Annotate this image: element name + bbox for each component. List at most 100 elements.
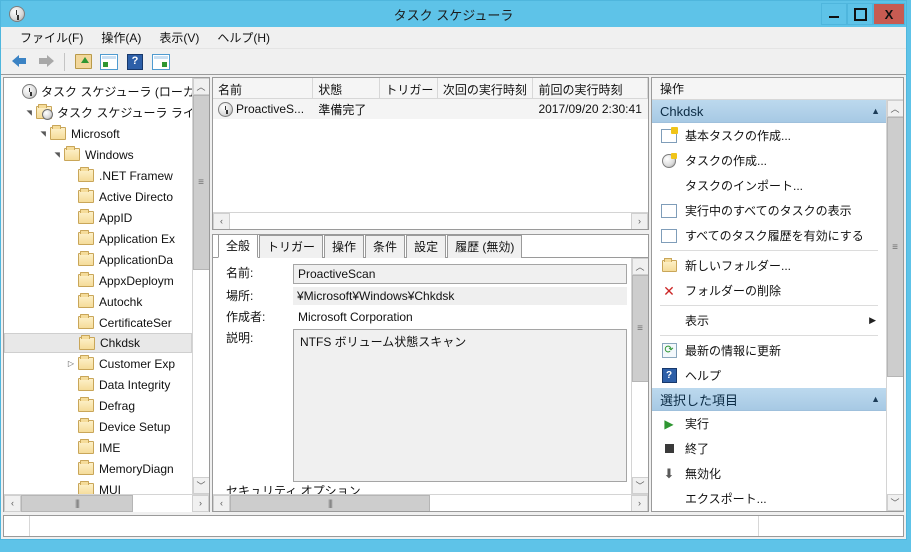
chevron-up-icon[interactable]: ▲ — [871, 106, 880, 116]
tab-トリガ[interactable]: トリガー — [259, 235, 324, 258]
tab-操作[interactable]: 操作 — [324, 235, 365, 258]
detail-hscroll-track[interactable] — [230, 494, 631, 511]
expand-twisty-icon[interactable]: ▷ — [64, 359, 78, 368]
scroll-right-icon[interactable]: › — [631, 494, 648, 511]
column-header-1[interactable]: 状態 — [313, 78, 381, 98]
column-header-4[interactable]: 前回の実行時刻 — [533, 78, 648, 98]
collapse-twisty-icon[interactable]: ◢ — [25, 106, 33, 120]
detail-scroll-track[interactable] — [631, 275, 648, 477]
scroll-up-icon[interactable]: ︿ — [631, 258, 648, 275]
tree-hscroll-track[interactable] — [21, 494, 192, 512]
action-item-表示[interactable]: 表示 ▶ — [652, 308, 886, 333]
detail-hscroll-thumb[interactable] — [230, 494, 430, 511]
action-item-new-basic-task-icon[interactable]: 基本タスクの作成... — [652, 123, 886, 148]
tree-item-device-setup[interactable]: Device Setup — [4, 416, 192, 437]
actions-group-header-選択した項目[interactable]: 選択した項目 ▲ — [652, 388, 886, 411]
tree-item-autochk[interactable]: Autochk — [4, 291, 192, 312]
tree-item-application-ex[interactable]: Application Ex — [4, 228, 192, 249]
detail-vertical-scrollbar[interactable]: ︿ ﹀ — [631, 258, 648, 494]
action-item-new-folder-icon[interactable]: 新しいフォルダー... — [652, 253, 886, 278]
submenu-arrow-icon[interactable]: ▶ — [869, 315, 876, 326]
scroll-up-icon[interactable]: ︿ — [192, 78, 209, 95]
scroll-left-icon[interactable]: ‹ — [4, 494, 21, 512]
run-list-button[interactable] — [150, 51, 172, 73]
scroll-down-icon[interactable]: ﹀ — [192, 477, 209, 494]
tree-item-certificateser[interactable]: CertificateSer — [4, 312, 192, 333]
tree-item-appid[interactable]: AppID — [4, 207, 192, 228]
minimize-button[interactable] — [821, 3, 847, 25]
action-item-delete-folder-icon[interactable]: ✕ フォルダーの削除 — [652, 278, 886, 303]
action-item-refresh-icon[interactable]: ⟳ 最新の情報に更新 — [652, 338, 886, 363]
tree-hscroll-thumb[interactable] — [21, 494, 133, 512]
tree-scroll-track[interactable] — [192, 95, 209, 477]
help-button[interactable]: ? — [124, 51, 146, 73]
actions-scroll-thumb[interactable] — [886, 117, 903, 377]
action-item-running-tasks-icon[interactable]: 実行中のすべてのタスクの表示 — [652, 198, 886, 223]
tree-item-microsoft[interactable]: ◢ Microsoft — [4, 123, 192, 144]
scroll-down-icon[interactable]: ﹀ — [631, 477, 648, 494]
collapse-twisty-icon[interactable]: ◢ — [39, 127, 47, 141]
tree-item-appxdeploym[interactable]: AppxDeploym — [4, 270, 192, 291]
up-one-level-button[interactable] — [72, 51, 94, 73]
action-item-タスクのインポート...[interactable]: タスクのインポート... — [652, 173, 886, 198]
tree-item-ime[interactable]: IME — [4, 437, 192, 458]
tab-履歴無効[interactable]: 履歴 (無効) — [447, 235, 523, 258]
action-item-task-history-icon[interactable]: すべてのタスク履歴を有効にする — [652, 223, 886, 248]
tree-item-customer-exp[interactable]: ▷ Customer Exp — [4, 353, 192, 374]
tab-全般[interactable]: 全般 — [218, 235, 259, 258]
action-item-help-icon[interactable]: ? ヘルプ — [652, 363, 886, 388]
tab-条件[interactable]: 条件 — [365, 235, 406, 258]
scroll-left-icon[interactable]: ‹ — [213, 494, 230, 511]
action-item-run-icon[interactable]: ▶ 実行 — [652, 411, 886, 436]
actions-group-header-Chkdsk[interactable]: Chkdsk ▲ — [652, 100, 886, 123]
tree-item-defrag[interactable]: Defrag — [4, 395, 192, 416]
table-row[interactable]: ProactiveS... 準備完了 2017/09/20 2:30:41 — [213, 99, 648, 119]
action-item-disable-icon[interactable]: ⬇ 無効化 — [652, 461, 886, 486]
tree-horizontal-scrollbar[interactable]: ‹ › — [4, 494, 209, 512]
tree-item-[interactable]: ◢ タスク スケジューラ ライブラリ — [4, 102, 192, 123]
menu-help[interactable]: ヘルプ(H) — [208, 26, 279, 49]
scroll-right-icon[interactable]: › — [631, 212, 648, 229]
task-list-hscroll-track[interactable] — [230, 212, 631, 229]
close-button[interactable]: X — [873, 3, 905, 25]
tree-item-active-directo[interactable]: Active Directo — [4, 186, 192, 207]
tree-item-chkdsk[interactable]: Chkdsk — [4, 333, 192, 353]
collapse-twisty-icon[interactable]: ◢ — [53, 148, 61, 162]
tree-item-windows[interactable]: ◢ Windows — [4, 144, 192, 165]
forward-button[interactable] — [35, 51, 57, 73]
tab-設定[interactable]: 設定 — [406, 235, 447, 258]
action-item-stop-icon[interactable]: 終了 — [652, 436, 886, 461]
action-item-new-task-icon[interactable]: タスクの作成... — [652, 148, 886, 173]
field-name-value[interactable]: ProactiveScan — [293, 264, 627, 284]
scroll-up-icon[interactable]: ︿ — [886, 100, 903, 117]
tree-item-applicationda[interactable]: ApplicationDa — [4, 249, 192, 270]
menu-action[interactable]: 操作(A) — [92, 26, 150, 49]
scroll-down-icon[interactable]: ﹀ — [886, 494, 903, 511]
maximize-button[interactable] — [847, 3, 873, 25]
detail-horizontal-scrollbar[interactable]: ‹ › — [213, 494, 648, 511]
back-button[interactable] — [9, 51, 31, 73]
actions-scroll-track[interactable] — [886, 117, 903, 494]
tree-item-net-framew[interactable]: .NET Framew — [4, 165, 192, 186]
tree-item-memorydiagn[interactable]: MemoryDiagn — [4, 458, 192, 479]
chevron-up-icon[interactable]: ▲ — [871, 394, 880, 404]
tree-item-[interactable]: タスク スケジューラ (ローカル) — [4, 81, 192, 102]
actions-vertical-scrollbar[interactable]: ︿ ﹀ — [886, 100, 903, 511]
show-list-button[interactable] — [98, 51, 120, 73]
tree-item-data-integrity[interactable]: Data Integrity — [4, 374, 192, 395]
tree-vertical-scrollbar[interactable]: ︿ ﹀ — [192, 78, 209, 494]
tree-scroll-thumb[interactable] — [192, 95, 209, 270]
task-list-horizontal-scrollbar[interactable]: ‹ › — [213, 212, 648, 229]
scroll-right-icon[interactable]: › — [192, 494, 209, 512]
action-item-label: タスクのインポート... — [685, 179, 804, 193]
scroll-left-icon[interactable]: ‹ — [213, 212, 230, 229]
column-header-3[interactable]: 次回の実行時刻 — [438, 78, 534, 98]
detail-scroll-thumb[interactable] — [631, 275, 648, 382]
column-header-0[interactable]: 名前 — [213, 78, 314, 98]
tree-item-mui[interactable]: MUI — [4, 479, 192, 494]
action-item-エクスポート...[interactable]: エクスポート... — [652, 486, 886, 511]
field-description-value[interactable]: NTFS ボリューム状態スキャン — [293, 329, 627, 482]
menu-view[interactable]: 表示(V) — [150, 26, 208, 49]
menu-file[interactable]: ファイル(F) — [11, 26, 92, 49]
column-header-2[interactable]: トリガー — [380, 78, 438, 98]
